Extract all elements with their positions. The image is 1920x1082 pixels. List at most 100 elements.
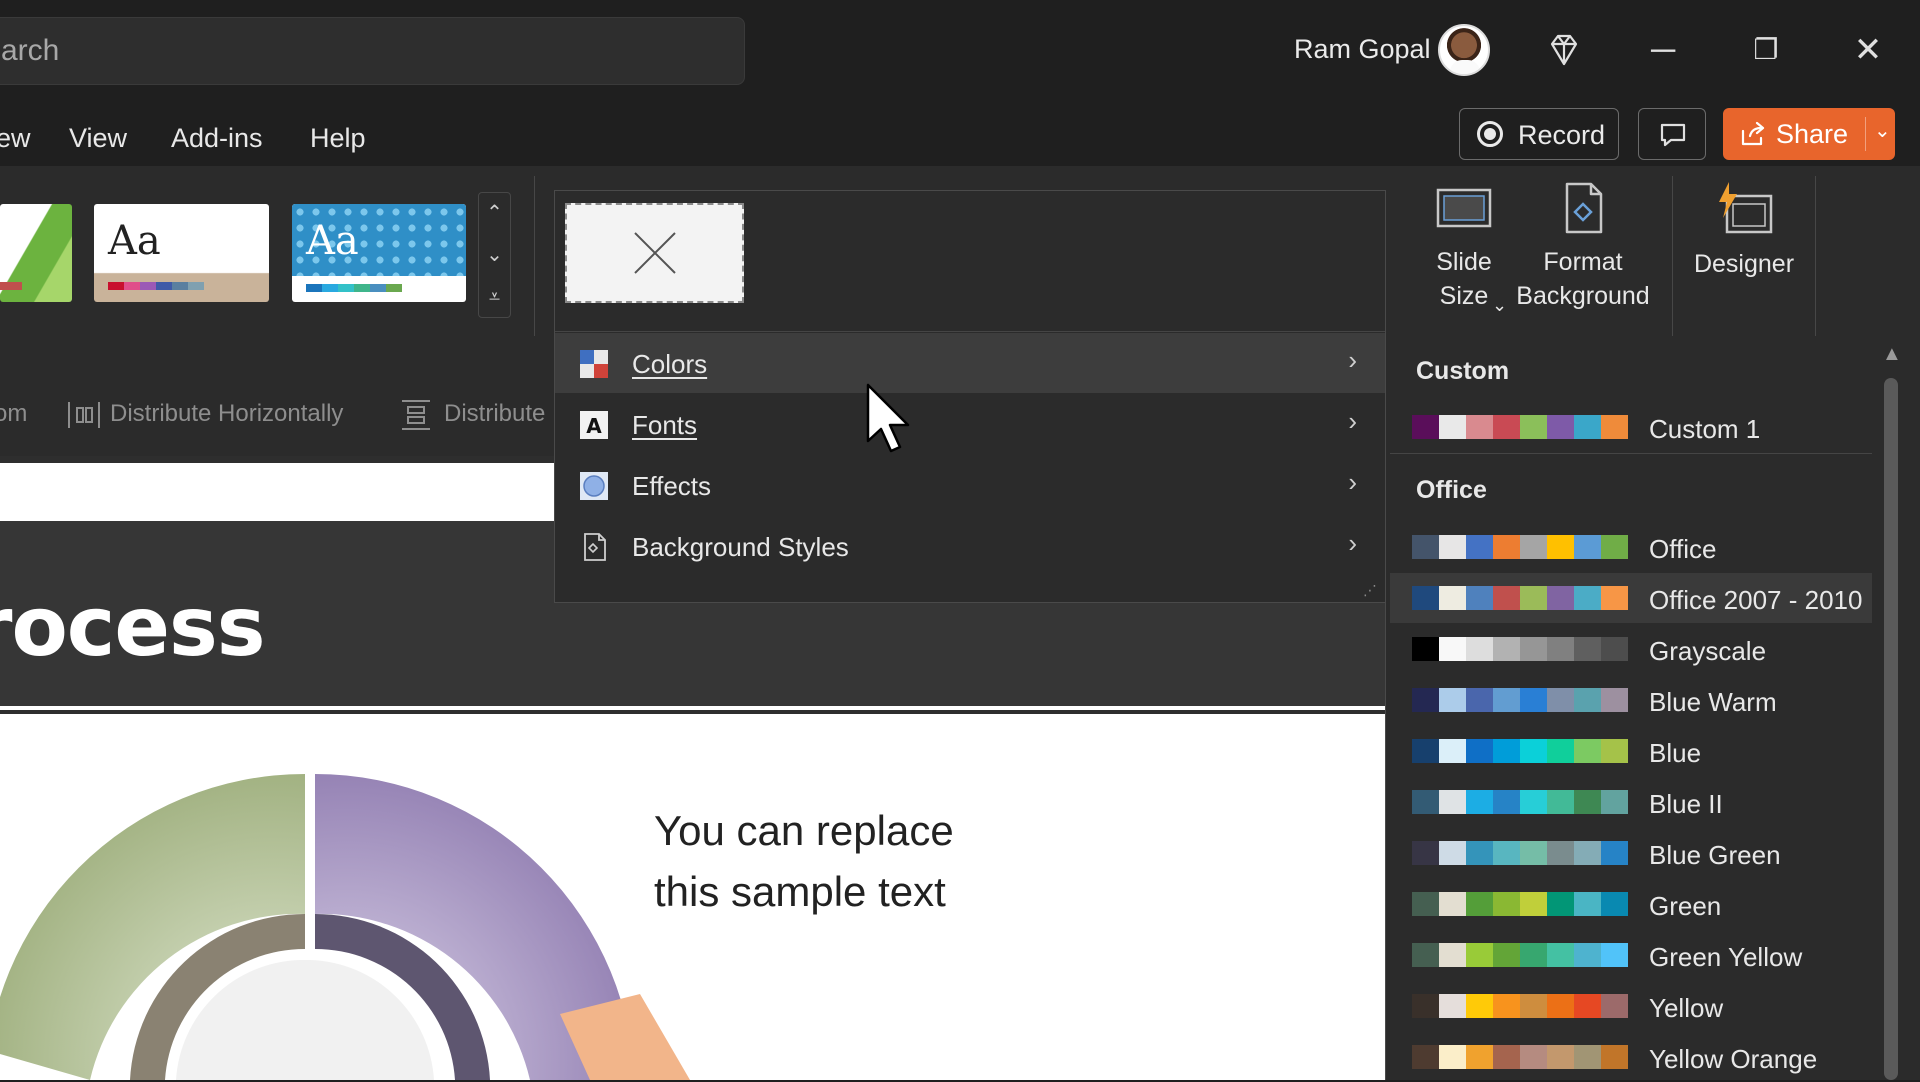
align-bottom-label[interactable]: om [0,400,27,428]
slide-title[interactable]: rocess [0,580,266,675]
color-swatch [1547,739,1574,763]
color-swatch [1493,790,1520,814]
search-box[interactable]: arch [0,17,745,85]
color-swatch [1439,688,1466,712]
menu-item-colors[interactable]: Colors › [555,333,1385,393]
color-scheme-row[interactable]: Office 2007 - 2010 [1390,573,1872,623]
restore-button[interactable]: ❐ [1744,28,1788,72]
submenu-chevron-icon: › [1348,528,1357,558]
color-scheme-row[interactable]: Green [1390,879,1872,929]
gallery-more-icon[interactable]: ⩡ [479,277,510,317]
distribute-vertically-button[interactable]: Distribute [444,400,545,428]
color-swatch [1574,688,1601,712]
color-swatch [1466,535,1493,559]
color-swatch [1493,586,1520,610]
color-swatch-strip [1412,688,1628,712]
color-swatch [1520,943,1547,967]
theme-thumbnail-green[interactable] [0,204,72,302]
color-swatch [1520,415,1547,439]
theme-thumbnail-aa-plain[interactable]: Aa [94,204,269,302]
slide-sample-text[interactable]: You can replace this sample text [654,800,954,922]
share-button[interactable]: Share ⌄ [1723,108,1895,160]
slide-size-button[interactable]: Slide Size ⌄ [1414,180,1514,315]
comments-button[interactable] [1638,108,1706,160]
color-swatch [1493,739,1520,763]
theme-thumbnail-aa-pattern[interactable]: Aa [292,204,466,302]
color-swatch [1439,994,1466,1018]
color-scheme-row[interactable]: Grayscale [1390,624,1872,674]
scroll-up-icon[interactable]: ▲ [1882,343,1902,366]
color-swatch [1412,688,1439,712]
avatar[interactable] [1438,24,1490,76]
theme-sample-text: Aa [306,218,359,264]
color-swatch [1520,688,1547,712]
color-swatch [1439,535,1466,559]
color-swatch [1520,790,1547,814]
color-swatch [1493,535,1520,559]
color-scheme-name: Blue Green [1649,840,1781,870]
share-dropdown-chevron-icon[interactable]: ⌄ [1874,118,1891,143]
menu-item-label: Effects [632,471,712,501]
premium-diamond-icon[interactable] [1544,30,1584,70]
color-swatch [1601,415,1628,439]
color-swatch [1466,739,1493,763]
color-scheme-row[interactable]: Blue II [1390,777,1872,827]
color-swatch [1601,688,1628,712]
color-swatch [1466,415,1493,439]
format-background-button[interactable]: Format Background [1512,180,1654,313]
designer-icon [1719,182,1773,234]
tab-view[interactable]: View [69,123,127,154]
theme-sample-text: Aa [108,218,161,264]
color-swatch [1493,994,1520,1018]
color-scheme-row[interactable]: Blue [1390,726,1872,776]
color-swatch [1439,739,1466,763]
colors-scrollbar-thumb[interactable] [1884,378,1898,1080]
color-swatch [1493,841,1520,865]
color-scheme-row[interactable]: Green Yellow [1390,930,1872,980]
record-button[interactable]: Record [1459,108,1619,160]
color-scheme-row[interactable]: Office [1390,522,1872,572]
color-scheme-name: Office 2007 - 2010 [1649,585,1863,615]
color-swatch [1466,994,1493,1018]
tab-help[interactable]: Help [310,123,366,154]
color-scheme-row[interactable]: Blue Warm [1390,675,1872,725]
color-swatch [1601,841,1628,865]
color-scheme-row[interactable]: Blue Green [1390,828,1872,878]
color-swatch [1574,790,1601,814]
close-button[interactable]: ✕ [1846,28,1890,72]
color-swatch [1574,841,1601,865]
section-header-custom: Custom [1416,357,1510,385]
resize-grip-icon[interactable]: ⋰ [1363,582,1377,599]
gallery-up-chevron-icon[interactable]: ⌃ [479,193,510,233]
color-swatch [1493,688,1520,712]
color-scheme-row[interactable]: Yellow Orange [1390,1032,1872,1082]
color-swatch [1412,586,1439,610]
color-swatch [1466,892,1493,916]
color-scheme-name: Grayscale [1649,636,1767,666]
tab-review[interactable]: ew [0,123,31,154]
comment-icon [1660,123,1686,147]
color-swatch [1601,994,1628,1018]
color-swatch [1547,688,1574,712]
menu-item-background-styles[interactable]: Background Styles › [555,516,1385,576]
distribute-horizontally-button[interactable]: Distribute Horizontally [110,400,343,428]
color-scheme-row[interactable]: Custom 1 [1390,402,1872,452]
menu-item-label: Colors [632,349,708,379]
designer-button[interactable]: Designer [1686,180,1802,281]
slide-top-band [0,463,555,518]
color-scheme-row[interactable]: Yellow [1390,981,1872,1031]
color-swatch [1601,535,1628,559]
variant-preview-placeholder[interactable] [565,203,744,303]
color-swatch [1547,415,1574,439]
tab-add-ins[interactable]: Add-ins [171,123,263,154]
color-swatch-strip [1412,994,1628,1018]
color-swatch [1412,637,1439,661]
menu-item-effects[interactable]: Effects › [555,455,1385,515]
color-swatch [1412,892,1439,916]
menu-item-fonts[interactable]: A Fonts › [555,394,1385,454]
gallery-down-chevron-icon[interactable]: ⌄ [479,235,510,275]
user-name[interactable]: Ram Gopal [1294,34,1431,65]
color-swatch [1601,790,1628,814]
record-label: Record [1518,120,1606,150]
minimize-button[interactable]: ─ [1641,28,1685,72]
